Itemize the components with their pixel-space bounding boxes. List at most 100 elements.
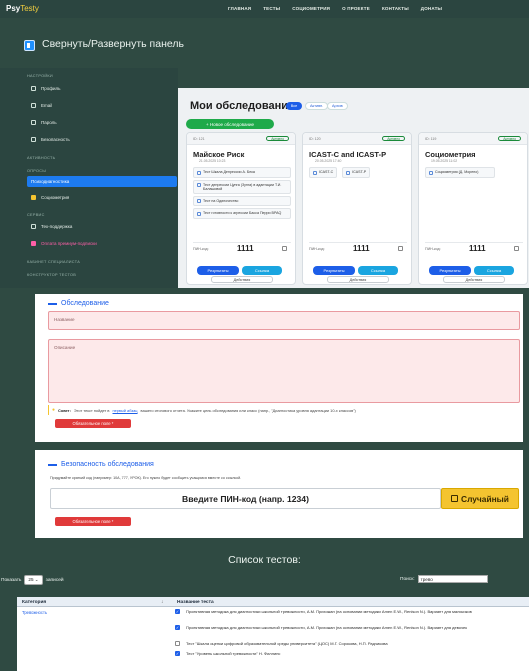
page-length-control: Показать 25 ⌄ записей xyxy=(1,575,64,585)
tip-text: Этот текст пойдет в xyxy=(73,407,110,413)
headset-icon xyxy=(31,224,36,229)
survey-name: Социометрия xyxy=(425,150,476,159)
test-checkbox[interactable] xyxy=(175,641,180,646)
sidebar-item-email[interactable]: Email xyxy=(27,100,177,111)
survey-tests: ICAST-C ICAST-P xyxy=(309,167,407,180)
description-placeholder: Описание xyxy=(54,345,76,350)
mail-icon xyxy=(31,103,36,108)
nav-link-donate[interactable]: ДОНАТЫ xyxy=(421,6,442,11)
survey-description-textarea[interactable]: Описание xyxy=(48,339,520,403)
sort-icon[interactable]: ↓ xyxy=(161,599,164,605)
table-row: Тест "Шкала оценки цифровой образователь… xyxy=(17,639,529,649)
security-description: Придумайте краткий код (например: 10А, 7… xyxy=(50,476,242,480)
survey-card: ID: 120 Активно ICAST-C and ICAST-P 20.0… xyxy=(302,132,412,285)
test-checkbox[interactable]: ✓ xyxy=(175,609,180,614)
results-button[interactable]: Результаты xyxy=(197,266,239,275)
panel-toggle-icon[interactable] xyxy=(24,40,35,51)
pin-value: 1111 xyxy=(353,244,370,253)
page-size-select[interactable]: 25 ⌄ xyxy=(24,575,43,585)
test-chip: Тест готовности к агрессии Басса Перри B… xyxy=(193,208,291,219)
copy-icon[interactable] xyxy=(513,246,519,251)
survey-id: ID: 119 xyxy=(425,137,437,141)
link-button[interactable]: Ссылка xyxy=(358,266,398,275)
actions-dropdown[interactable]: Действия xyxy=(443,276,505,283)
dash-icon xyxy=(48,463,57,466)
random-pin-button[interactable]: Случайный xyxy=(441,488,519,509)
checkbox-icon xyxy=(197,170,201,175)
panel-toggle-label[interactable]: Свернуть/Развернуть панель xyxy=(42,38,184,50)
survey-name-input[interactable]: Название xyxy=(48,311,520,330)
surveys-title: Мои обследования xyxy=(190,100,295,112)
brand-logo[interactable]: PsyTesty xyxy=(6,4,39,13)
test-chip: Тест депрессии Цунга (Зунга) в адаптации… xyxy=(193,179,291,194)
test-checkbox[interactable]: ✓ xyxy=(175,625,180,630)
sidebar-item-profile[interactable]: Профиль xyxy=(27,83,177,94)
sidebar-item-sociometry[interactable]: Социометрия xyxy=(27,192,177,203)
results-button[interactable]: Результаты xyxy=(429,266,471,275)
new-survey-button[interactable]: + Новое обследование xyxy=(186,119,274,129)
test-chip: ICAST-P xyxy=(342,167,371,178)
test-name-cell: Тест "Уровень школьной тревожности" Н. Ф… xyxy=(186,651,281,656)
tests-table: Категория ↓ Название теста Тревожность ✓… xyxy=(17,597,529,671)
search-control: Поиск: трево xyxy=(400,575,488,583)
survey-card: ID: 121 Активно Майское Риск 21.05.2025 … xyxy=(186,132,296,285)
nav-link-sociometry[interactable]: СОЦИОМЕТРИЯ xyxy=(292,6,330,11)
sidebar-item-psychodiagnostics[interactable]: Психодиагностика xyxy=(27,176,177,187)
pin-label: ПИН-код: xyxy=(193,246,209,251)
pin-input[interactable]: Введите ПИН-код (напр. 1234) xyxy=(50,488,441,509)
filter-archive[interactable]: Архив xyxy=(327,102,348,110)
link-button[interactable]: Ссылка xyxy=(474,266,514,275)
link-button[interactable]: Ссылка xyxy=(242,266,282,275)
actions-dropdown[interactable]: Действия xyxy=(211,276,273,283)
survey-form: Обследование Название Описание ● Совет: … xyxy=(35,294,523,442)
sidebar-item-password[interactable]: Пароль xyxy=(27,117,177,128)
test-chip: ICAST-C xyxy=(309,167,338,178)
column-test-name[interactable]: Название теста xyxy=(177,600,214,605)
security-section-title: Безопасность обследования xyxy=(48,461,154,468)
test-checkbox[interactable]: ✓ xyxy=(175,651,180,656)
entries-label: записей xyxy=(45,577,64,583)
checkbox-icon xyxy=(197,183,201,187)
pin-label: ПИН-код: xyxy=(425,246,441,251)
copy-icon[interactable] xyxy=(281,246,287,251)
sidebar-heading-specialist: КАБИНЕТ СПЕЦИАЛИСТА xyxy=(27,260,81,264)
search-label: Поиск: xyxy=(400,576,415,582)
people-icon xyxy=(31,195,36,200)
dice-icon xyxy=(451,495,459,502)
nav-link-home[interactable]: ГЛАВНАЯ xyxy=(228,6,251,11)
test-name-cell: Проективная методика для диагностики шко… xyxy=(186,625,467,630)
sidebar-item-support[interactable]: Тех-поддержка xyxy=(27,221,177,232)
checkbox-icon xyxy=(429,170,433,175)
nav-link-contacts[interactable]: КОНТАКТЫ xyxy=(382,6,409,11)
copy-icon[interactable] xyxy=(397,246,403,251)
filter-all[interactable]: Все xyxy=(286,102,302,110)
sidebar-item-premium[interactable]: Оплата премиум-подписки xyxy=(27,238,177,249)
show-label: Показать xyxy=(1,577,22,583)
actions-dropdown[interactable]: Действия xyxy=(327,276,389,283)
nav-link-about[interactable]: О ПРОЕКТЕ xyxy=(342,6,370,11)
filter-active[interactable]: Активн. xyxy=(305,102,329,110)
column-category[interactable]: Категория xyxy=(22,600,46,605)
status-badge: Активно xyxy=(266,136,289,141)
status-badge: Активно xyxy=(382,136,405,141)
results-button[interactable]: Результаты xyxy=(313,266,355,275)
pin-row: ПИН-код: 1111 xyxy=(425,242,523,254)
pin-value: 1111 xyxy=(237,244,254,253)
survey-name: ICAST-C and ICAST-P xyxy=(309,150,387,159)
status-badge: Активно xyxy=(498,136,521,141)
sidebar-heading-constructor: КОНСТРУКТОР ТЕСТОВ xyxy=(27,273,77,277)
tip-text: вашего итогового отчета. Укажите цель об… xyxy=(140,407,356,413)
test-chip: Тест на Одиночество xyxy=(193,195,291,206)
survey-name: Майское Риск xyxy=(193,150,245,159)
tests-list-title: Список тестов: xyxy=(228,554,301,566)
panel-header: Свернуть/Развернуть панель xyxy=(0,18,529,68)
lightbulb-icon: ● xyxy=(52,407,56,413)
checkbox-icon xyxy=(346,170,351,175)
required-field-alert: Обязательное поле * xyxy=(55,419,131,428)
nav-link-tests[interactable]: ТЕСТЫ xyxy=(263,6,280,11)
sidebar-item-security[interactable]: Безопасность xyxy=(27,134,177,145)
search-input[interactable]: трево xyxy=(417,575,488,583)
tip-link[interactable]: первый абзац xyxy=(113,408,138,413)
checkbox-icon xyxy=(313,170,317,175)
required-field-alert: Обязательное поле * xyxy=(55,517,131,526)
